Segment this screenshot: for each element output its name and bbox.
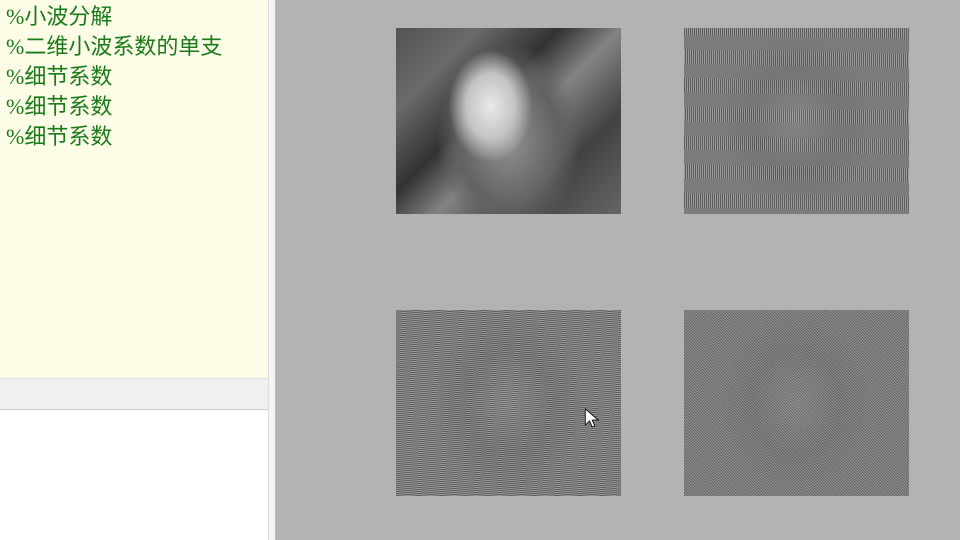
app-root: %小波分解 %二维小波系数的单支 %细节系数 %细节系数 %细节系数 [0,0,960,540]
subplot-approximation [396,28,621,214]
code-comment-line: %细节系数 [6,92,262,122]
figure-window[interactable] [276,0,960,540]
code-editor[interactable]: %小波分解 %二维小波系数的单支 %细节系数 %细节系数 %细节系数 [0,0,268,378]
code-comment-line: %细节系数 [6,122,262,152]
code-comment-line: %二维小波系数的单支 [6,32,262,62]
vertical-detail-image [396,310,621,496]
left-panel: %小波分解 %二维小波系数的单支 %细节系数 %细节系数 %细节系数 [0,0,268,540]
output-panel[interactable] [0,410,268,540]
subplot-vertical-detail [396,310,621,496]
code-comment-line: %小波分解 [6,2,262,32]
vertical-splitter[interactable] [268,0,276,540]
approximation-image [396,28,621,214]
panel-separator-bar [0,378,268,410]
horizontal-detail-image [684,28,909,214]
code-comment-line: %细节系数 [6,62,262,92]
diagonal-detail-image [684,310,909,496]
subplot-horizontal-detail [684,28,909,214]
subplot-diagonal-detail [684,310,909,496]
